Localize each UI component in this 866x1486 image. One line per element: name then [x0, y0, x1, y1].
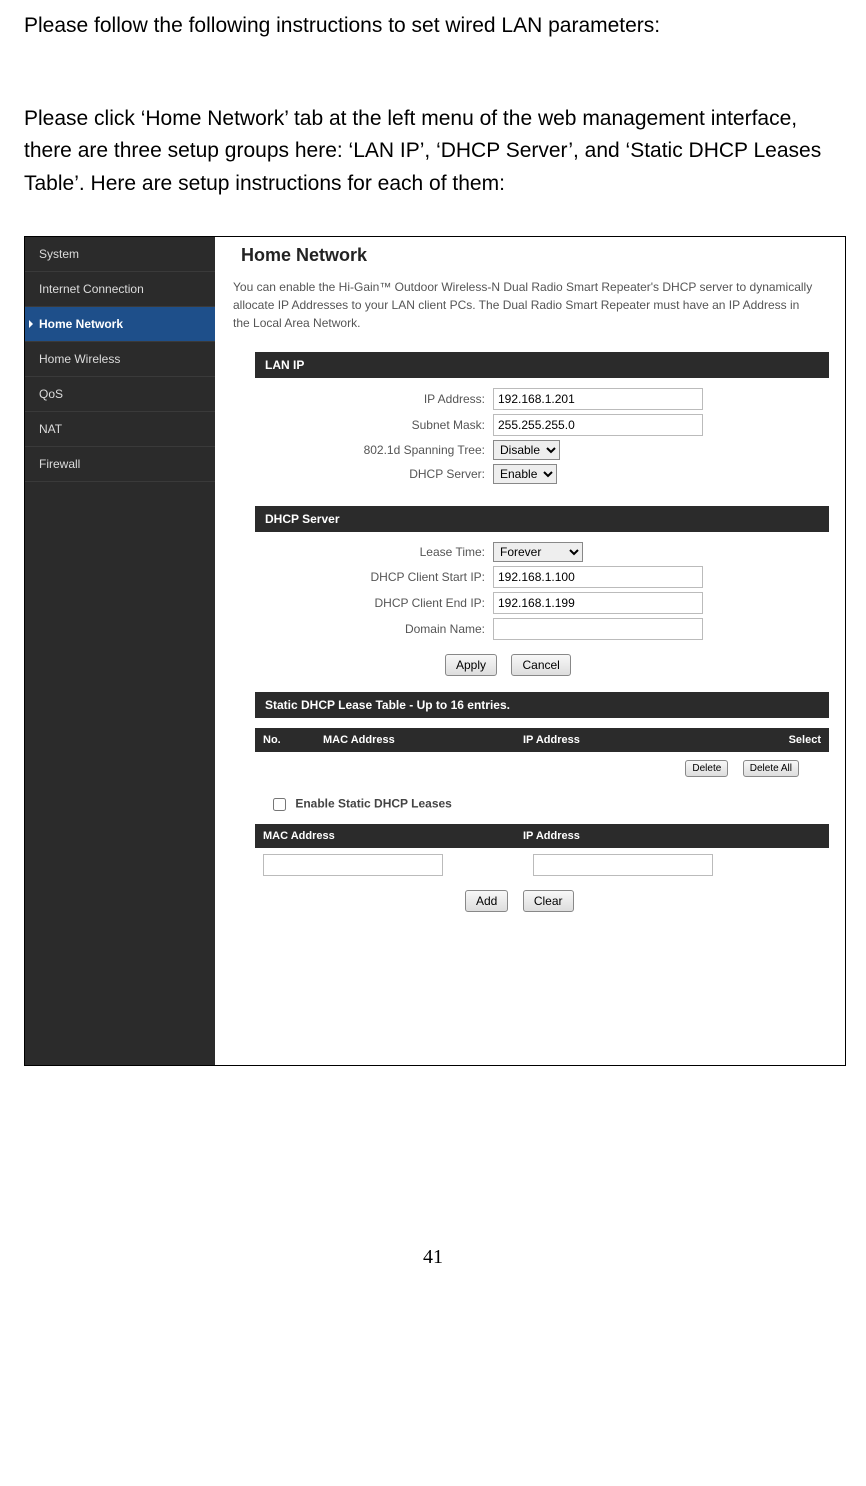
input-static-ip[interactable]: [533, 854, 713, 876]
input-mac-address[interactable]: [263, 854, 443, 876]
col-mac-add: MAC Address: [263, 830, 523, 842]
select-lease-time[interactable]: Forever: [493, 542, 583, 562]
section-header-static-lease-table: Static DHCP Lease Table - Up to 16 entri…: [255, 692, 829, 718]
section-header-lan-ip: LAN IP: [255, 352, 829, 378]
label-ip-address: IP Address:: [215, 392, 493, 406]
col-no: No.: [263, 734, 323, 746]
page-intro-text: You can enable the Hi-Gain™ Outdoor Wire…: [215, 278, 829, 346]
section-header-dhcp-server: DHCP Server: [255, 506, 829, 532]
sidebar-item-internet-connection[interactable]: Internet Connection: [25, 272, 215, 307]
sidebar-item-home-network[interactable]: Home Network: [25, 307, 215, 342]
cancel-button[interactable]: Cancel: [511, 654, 570, 676]
label-lease-time: Lease Time:: [215, 545, 493, 559]
page-title: Home Network: [215, 237, 829, 278]
sidebar: System Internet Connection Home Network …: [25, 237, 215, 1065]
input-subnet-mask[interactable]: [493, 414, 703, 436]
page-number: 41: [24, 1246, 842, 1269]
add-button[interactable]: Add: [465, 890, 508, 912]
label-domain-name: Domain Name:: [215, 622, 493, 636]
input-dhcp-start-ip[interactable]: [493, 566, 703, 588]
label-spanning-tree: 802.1d Spanning Tree:: [215, 443, 493, 457]
delete-button[interactable]: Delete: [685, 760, 728, 777]
mac-ip-header-row: MAC Address IP Address: [255, 824, 829, 848]
router-admin-screenshot: System Internet Connection Home Network …: [24, 236, 846, 1066]
input-domain-name[interactable]: [493, 618, 703, 640]
chevron-right-icon: [29, 320, 33, 328]
doc-intro-para2: Please click ‘Home Network’ tab at the l…: [24, 103, 842, 201]
input-dhcp-end-ip[interactable]: [493, 592, 703, 614]
apply-button[interactable]: Apply: [445, 654, 497, 676]
label-dhcp-server-toggle: DHCP Server:: [215, 467, 493, 481]
clear-button[interactable]: Clear: [523, 890, 574, 912]
select-spanning-tree[interactable]: Disable: [493, 440, 560, 460]
label-dhcp-start-ip: DHCP Client Start IP:: [215, 570, 493, 584]
select-dhcp-server[interactable]: Enable: [493, 464, 557, 484]
sidebar-item-home-wireless[interactable]: Home Wireless: [25, 342, 215, 377]
col-ip-add: IP Address: [523, 830, 821, 842]
sidebar-item-qos[interactable]: QoS: [25, 377, 215, 412]
col-select: Select: [771, 734, 821, 746]
doc-intro-line1: Please follow the following instructions…: [24, 10, 842, 43]
sidebar-item-firewall[interactable]: Firewall: [25, 447, 215, 482]
static-table-header-row: No. MAC Address IP Address Select: [255, 728, 829, 752]
label-subnet-mask: Subnet Mask:: [215, 418, 493, 432]
delete-all-button[interactable]: Delete All: [743, 760, 799, 777]
sidebar-item-nat[interactable]: NAT: [25, 412, 215, 447]
label-dhcp-end-ip: DHCP Client End IP:: [215, 596, 493, 610]
enable-static-dhcp-checkbox[interactable]: [273, 798, 286, 811]
input-ip-address[interactable]: [493, 388, 703, 410]
main-panel: Home Network You can enable the Hi-Gain™…: [215, 237, 845, 1065]
col-ip: IP Address: [523, 734, 771, 746]
sidebar-item-system[interactable]: System: [25, 237, 215, 272]
col-mac: MAC Address: [323, 734, 523, 746]
sidebar-item-label: Home Network: [39, 317, 123, 331]
enable-static-dhcp-label: Enable Static DHCP Leases: [295, 797, 452, 811]
